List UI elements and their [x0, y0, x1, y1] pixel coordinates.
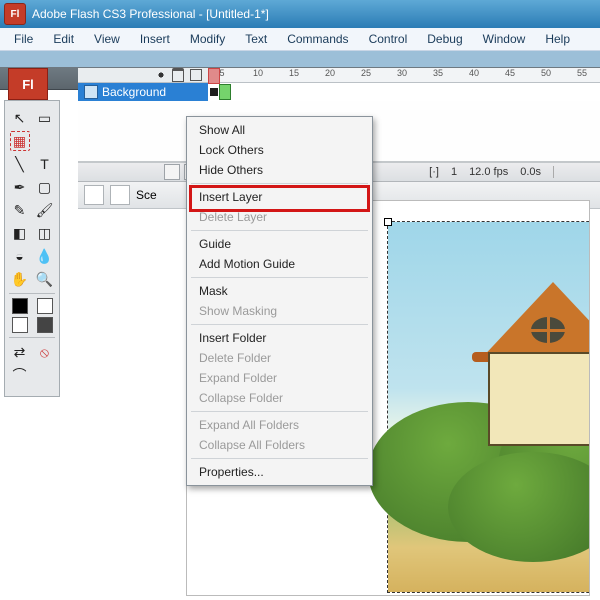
snap-icon[interactable]: ⌒: [10, 365, 30, 385]
layer-frames[interactable]: [208, 83, 600, 101]
app-icon: Fl: [4, 3, 26, 25]
menu-separator: [191, 277, 368, 278]
toolbar-strip: [0, 51, 600, 67]
zoom-tool[interactable]: 🔍: [35, 269, 55, 289]
menu-item-hide-others[interactable]: Hide Others: [187, 160, 372, 180]
scene-label: Sce: [136, 188, 157, 202]
menu-separator: [191, 183, 368, 184]
outline-icon[interactable]: [190, 69, 202, 81]
menu-file[interactable]: File: [4, 30, 43, 48]
layer-name: Background: [102, 85, 166, 99]
canvas-selection[interactable]: [387, 221, 590, 593]
layer-row-background[interactable]: Background: [78, 83, 600, 101]
menu-separator: [191, 230, 368, 231]
brush-tool[interactable]: 🖌: [35, 200, 55, 220]
pencil-tool[interactable]: ✎: [10, 200, 30, 220]
menu-item-add-motion-guide[interactable]: Add Motion Guide: [187, 254, 372, 274]
ruler-tick: 5: [219, 68, 224, 78]
menu-item-lock-others[interactable]: Lock Others: [187, 140, 372, 160]
text-tool[interactable]: T: [35, 154, 55, 174]
scene-button[interactable]: [110, 185, 130, 205]
tool-panel: ↖▭ ▦ ╲T ✒▢ ✎🖌 ◧◫ ◒💧 ✋🔍 ⇄⦸ ⌒: [4, 100, 60, 397]
current-frame: 1: [451, 166, 457, 178]
swap-colors-icon[interactable]: ⇄: [10, 342, 30, 362]
ruler-tick: 25: [361, 68, 371, 78]
visibility-icon[interactable]: [156, 70, 166, 80]
ruler-tick: 35: [433, 68, 443, 78]
selection-tool[interactable]: ↖: [10, 108, 30, 128]
menu-help[interactable]: Help: [535, 30, 580, 48]
menu-item-collapse-all-folders: Collapse All Folders: [187, 435, 372, 455]
line-tool[interactable]: ╲: [10, 154, 30, 174]
options-icon[interactable]: [35, 365, 55, 385]
fill-color-swatch[interactable]: [12, 317, 28, 333]
paint-bucket-tool[interactable]: ◒: [10, 246, 30, 266]
house-graphic: [478, 282, 590, 452]
subselection-tool[interactable]: ▭: [35, 108, 55, 128]
selection-handle[interactable]: [384, 218, 392, 226]
menu-edit[interactable]: Edit: [43, 30, 84, 48]
ruler-tick: 50: [541, 68, 551, 78]
ruler-tick: 15: [289, 68, 299, 78]
timeline-header: 5 10 15 20 25 30 35 40 45 50 55: [78, 68, 600, 83]
menu-debug[interactable]: Debug: [417, 30, 472, 48]
ruler-tick: 30: [397, 68, 407, 78]
elapsed-time: 0.0s: [520, 166, 541, 178]
keyframe-icon[interactable]: [210, 88, 218, 96]
playhead-icon[interactable]: [208, 68, 220, 84]
menu-item-guide[interactable]: Guide: [187, 234, 372, 254]
menu-item-delete-folder: Delete Folder: [187, 348, 372, 368]
menu-item-mask[interactable]: Mask: [187, 281, 372, 301]
frame-rate: 12.0 fps: [469, 166, 508, 178]
frame-ruler[interactable]: 5 10 15 20 25 30 35 40 45 50 55: [208, 68, 600, 82]
frame-cell[interactable]: [219, 84, 231, 100]
menu-item-insert-layer[interactable]: Insert Layer: [187, 187, 372, 207]
menu-item-expand-all-folders: Expand All Folders: [187, 415, 372, 435]
layer-context-menu: Show AllLock OthersHide Others Insert Lay…: [186, 116, 373, 486]
menu-item-collapse-folder: Collapse Folder: [187, 388, 372, 408]
menu-item-delete-layer: Delete Layer: [187, 207, 372, 227]
window-title: Adobe Flash CS3 Professional - [Untitled…: [32, 7, 269, 21]
pen-tool[interactable]: ✒: [10, 177, 30, 197]
stroke-color-swatch[interactable]: [12, 298, 28, 314]
ruler-tick: 55: [577, 68, 587, 78]
hand-tool[interactable]: ✋: [10, 269, 30, 289]
flash-logo-icon: Fl: [8, 68, 48, 100]
spacer: [37, 298, 53, 314]
menu-view[interactable]: View: [84, 30, 130, 48]
layer-icon: [84, 85, 98, 99]
menu-item-insert-folder[interactable]: Insert Folder: [187, 328, 372, 348]
ruler-tick: 45: [505, 68, 515, 78]
no-color-icon[interactable]: ⦸: [35, 342, 55, 362]
menu-item-properties[interactable]: Properties...: [187, 462, 372, 482]
menu-window[interactable]: Window: [473, 30, 536, 48]
menu-separator: [191, 411, 368, 412]
ink-bottle-tool[interactable]: ◧: [10, 223, 30, 243]
scene-prev-button[interactable]: [84, 185, 104, 205]
eraser-tool[interactable]: ◫: [35, 223, 55, 243]
new-layer-button[interactable]: [164, 164, 180, 180]
eyedropper-tool[interactable]: 💧: [35, 246, 55, 266]
menu-modify[interactable]: Modify: [180, 30, 235, 48]
menu-bar: FileEditViewInsertModifyTextCommandsCont…: [0, 28, 600, 51]
free-transform-tool[interactable]: ▦: [10, 131, 30, 151]
fill-color-swatch-2[interactable]: [37, 317, 53, 333]
lock-icon[interactable]: [172, 68, 184, 82]
menu-insert[interactable]: Insert: [130, 30, 180, 48]
menu-control[interactable]: Control: [359, 30, 418, 48]
menu-commands[interactable]: Commands: [277, 30, 358, 48]
ruler-tick: 40: [469, 68, 479, 78]
ruler-tick: 10: [253, 68, 263, 78]
menu-separator: [191, 458, 368, 459]
menu-item-show-masking: Show Masking: [187, 301, 372, 321]
menu-separator: [191, 324, 368, 325]
menu-text[interactable]: Text: [235, 30, 277, 48]
tool-empty: [35, 131, 55, 151]
menu-item-show-all[interactable]: Show All: [187, 120, 372, 140]
rectangle-tool[interactable]: ▢: [35, 177, 55, 197]
title-bar: Fl Adobe Flash CS3 Professional - [Untit…: [0, 0, 600, 28]
ruler-tick: 20: [325, 68, 335, 78]
menu-item-expand-folder: Expand Folder: [187, 368, 372, 388]
